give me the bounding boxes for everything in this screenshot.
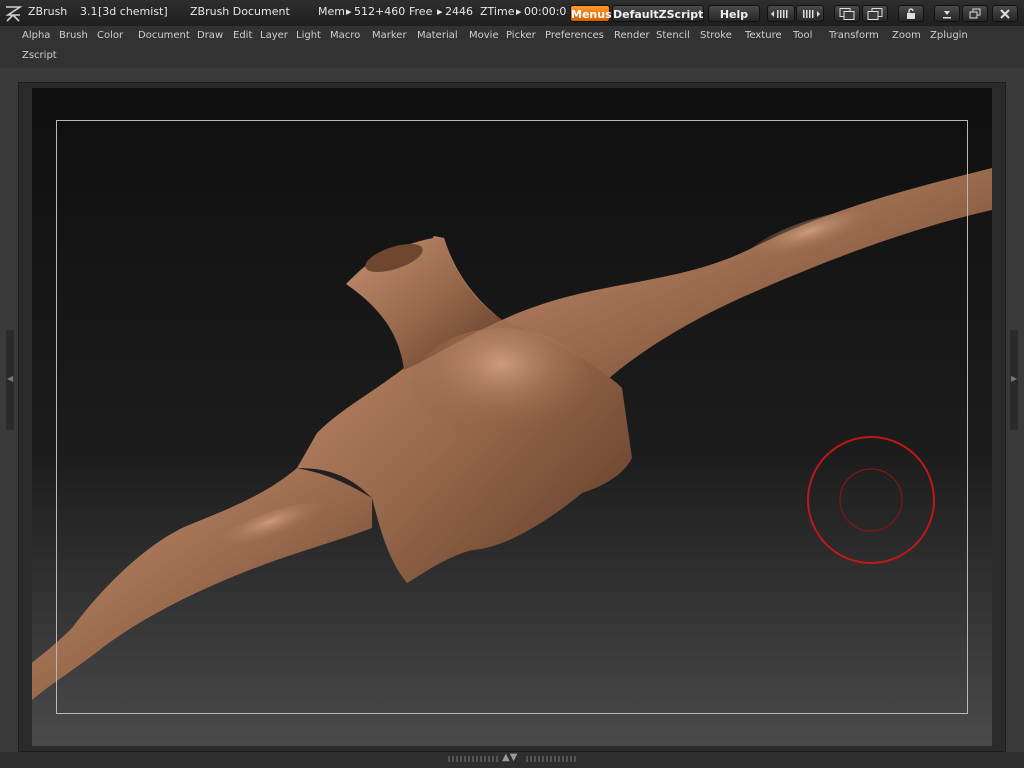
bottom-grip-left[interactable] [448,756,498,762]
free-arrow-icon: ▸ [437,5,443,18]
app-name: ZBrush [28,5,68,18]
mem-label: Mem [318,5,345,18]
title-bar: ZBrush 3.1 [3d chemist] ZBrush Document … [0,0,1024,27]
left-tray-handle[interactable]: ◀ [6,330,14,430]
help-button[interactable]: Help [708,5,760,22]
window-layout-icon [839,7,855,20]
menu-light[interactable]: Light [296,30,321,41]
menu-macro[interactable]: Macro [330,30,360,41]
app-version: 3.1 [80,5,98,18]
user-name: [3d chemist] [98,5,168,18]
zbrush-logo-icon [5,6,23,22]
bottom-tray-arrows-icon[interactable]: ▲▼ [502,752,517,763]
minimize-button[interactable] [934,5,960,22]
menu-material[interactable]: Material [417,30,458,41]
menu-alpha[interactable]: Alpha [22,30,50,41]
document-name: ZBrush Document [190,5,290,18]
menus-button[interactable]: Menus [570,5,612,22]
window-layout-icon [867,7,883,20]
ztime-label: ZTime [480,5,515,18]
menu-layer[interactable]: Layer [260,30,288,41]
menu-marker[interactable]: Marker [372,30,407,41]
close-icon [1000,8,1010,19]
menu-tool[interactable]: Tool [793,30,812,41]
free-label: Free [409,5,433,18]
right-tray-handle[interactable]: ▶ [1010,330,1018,430]
bottom-grip-right[interactable] [526,756,576,762]
palette-shrink-button[interactable] [767,5,795,22]
menu-stroke[interactable]: Stroke [700,30,732,41]
default-zscript-button[interactable]: DefaultZScript [612,5,704,22]
restore-button[interactable] [962,5,988,22]
menu-picker[interactable]: Picker [506,30,536,41]
lock-button[interactable] [898,5,924,22]
menu-stencil[interactable]: Stencil [656,30,690,41]
layout-two-button[interactable] [862,5,888,22]
palette-grow-button[interactable] [796,5,824,22]
expand-left-icon: ◀ [7,374,14,383]
menu-transform[interactable]: Transform [829,30,879,41]
menu-color[interactable]: Color [97,30,123,41]
menu-bar: Alpha Brush Color Document Draw Edit Lay… [0,26,1024,68]
ztime-value: 00:00:0 [524,5,567,18]
menu-preferences[interactable]: Preferences [545,30,604,41]
menu-zscript[interactable]: Zscript [22,50,57,61]
menu-zoom[interactable]: Zoom [892,30,921,41]
brush-cursor [807,436,935,564]
mem-arrow-icon: ▸ [346,5,352,18]
mem-value: 512+460 [354,5,406,18]
menu-movie[interactable]: Movie [469,30,499,41]
palette-shrink-icon [771,9,788,18]
menu-texture[interactable]: Texture [745,30,782,41]
palette-grow-icon [803,9,820,18]
restore-icon [969,8,981,18]
menu-render[interactable]: Render [614,30,650,41]
minimize-icon [943,10,951,18]
sculpt-model [32,168,992,700]
menu-edit[interactable]: Edit [233,30,252,41]
menu-brush[interactable]: Brush [59,30,88,41]
menu-zplugin[interactable]: Zplugin [930,30,968,41]
free-value: 2446 [445,5,473,18]
ztime-arrow-icon: ▸ [516,5,522,18]
layout-one-button[interactable] [834,5,860,22]
bottom-tray: ▲▼ [0,752,1024,768]
menu-draw[interactable]: Draw [197,30,223,41]
close-button[interactable] [992,5,1018,22]
lock-icon [907,7,915,19]
menu-document[interactable]: Document [138,30,190,41]
document-canvas[interactable] [32,88,992,746]
expand-right-icon: ▶ [1011,374,1018,383]
